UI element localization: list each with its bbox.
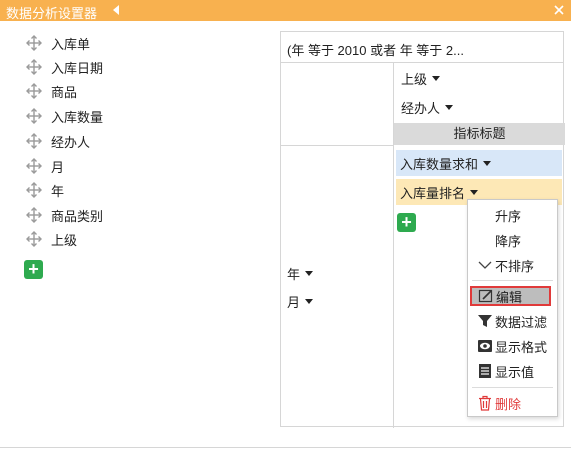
filter-text: (年 等于 2010 或者 年 等于 2... — [287, 43, 464, 58]
field-label: 商品类别 — [51, 208, 104, 224]
field-label: 商品 — [51, 84, 78, 100]
document-icon — [479, 364, 491, 378]
move-icon — [26, 133, 42, 149]
move-icon — [26, 182, 42, 198]
field-label: 入库单 — [51, 36, 91, 52]
menu-separator — [472, 280, 553, 281]
trash-icon — [479, 395, 491, 411]
field-item[interactable]: 商品类别 — [25, 204, 103, 226]
field-item[interactable]: 月 — [25, 155, 64, 177]
field-item[interactable]: 上级 — [25, 228, 77, 250]
metric-header: 指标标题 — [394, 123, 565, 145]
divider — [281, 145, 393, 146]
field-item[interactable]: 年 — [25, 179, 64, 201]
field-item[interactable]: 入库单 — [25, 32, 90, 54]
field-item[interactable]: 入库数量 — [25, 105, 103, 127]
caret-down-icon — [305, 271, 314, 276]
move-icon — [26, 59, 42, 75]
dim-label: 上级 — [401, 72, 428, 87]
move-icon — [26, 231, 42, 247]
field-item[interactable]: 商品 — [25, 80, 77, 102]
dim-label: 月 — [287, 295, 301, 310]
dim-label: 年 — [287, 267, 301, 282]
caret-down-icon — [445, 105, 454, 110]
field-item[interactable]: 经办人 — [25, 130, 90, 152]
collapse-left-icon[interactable] — [110, 4, 122, 16]
row-dim-item[interactable]: 年 — [287, 264, 314, 283]
move-icon — [26, 158, 42, 174]
filter-icon — [478, 315, 492, 327]
caret-down-icon — [305, 299, 314, 304]
field-list: 入库单 入库日期 商品 入库数量 经办人 月 年 商品类别 上级 + — [0, 22, 270, 422]
field-label: 上级 — [51, 232, 78, 248]
menu-item-sort-desc[interactable]: 降序 — [468, 229, 557, 251]
dim-label: 经办人 — [401, 101, 441, 116]
panel-title: 数据分析设置器 — [6, 6, 98, 21]
eye-icon — [478, 340, 492, 352]
column-dim-item[interactable]: 经办人 — [401, 98, 454, 117]
menu-separator — [472, 387, 553, 388]
move-icon — [26, 108, 42, 124]
bottom-divider — [0, 447, 571, 448]
field-label: 入库数量 — [51, 109, 104, 125]
field-label: 月 — [51, 159, 65, 175]
move-icon — [26, 207, 42, 223]
field-item[interactable]: 入库日期 — [25, 56, 103, 78]
caret-down-icon — [470, 189, 479, 195]
measure-label: 入库数量求和 — [400, 156, 479, 172]
add-measure-button[interactable]: + — [397, 213, 416, 232]
filter-row[interactable]: (年 等于 2010 或者 年 等于 2... — [281, 32, 563, 63]
menu-item-no-sort[interactable]: 不排序 — [468, 254, 557, 276]
menu-item-data-filter[interactable]: 数据过滤 — [468, 310, 557, 332]
checkmark-icon — [478, 261, 492, 269]
move-icon — [26, 83, 42, 99]
menu-item-sort-asc[interactable]: 升序 — [468, 204, 557, 226]
menu-item-edit[interactable]: 编辑 — [470, 286, 551, 306]
title-bar: 数据分析设置器 — [0, 0, 571, 21]
row-dim-item[interactable]: 月 — [287, 292, 314, 311]
add-field-button[interactable]: + — [24, 260, 43, 279]
close-icon[interactable] — [553, 4, 565, 16]
edit-icon — [478, 289, 493, 303]
measure-context-menu: 升序 降序 不排序 编辑 数据过滤 显示格式 显示值 删除 — [467, 199, 558, 417]
menu-item-delete[interactable]: 删除 — [468, 392, 557, 414]
menu-item-display-format[interactable]: 显示格式 — [468, 335, 557, 357]
measure-label: 入库量排名 — [400, 185, 466, 201]
measure-item[interactable]: 入库数量求和 — [396, 150, 562, 176]
field-label: 经办人 — [51, 134, 91, 150]
move-icon — [26, 35, 42, 51]
column-dim-item[interactable]: 上级 — [401, 69, 441, 88]
divider — [393, 63, 394, 428]
menu-item-show-value[interactable]: 显示值 — [468, 360, 557, 382]
field-label: 年 — [51, 183, 65, 199]
caret-down-icon — [483, 160, 492, 166]
field-label: 入库日期 — [51, 60, 104, 76]
caret-down-icon — [432, 76, 441, 81]
